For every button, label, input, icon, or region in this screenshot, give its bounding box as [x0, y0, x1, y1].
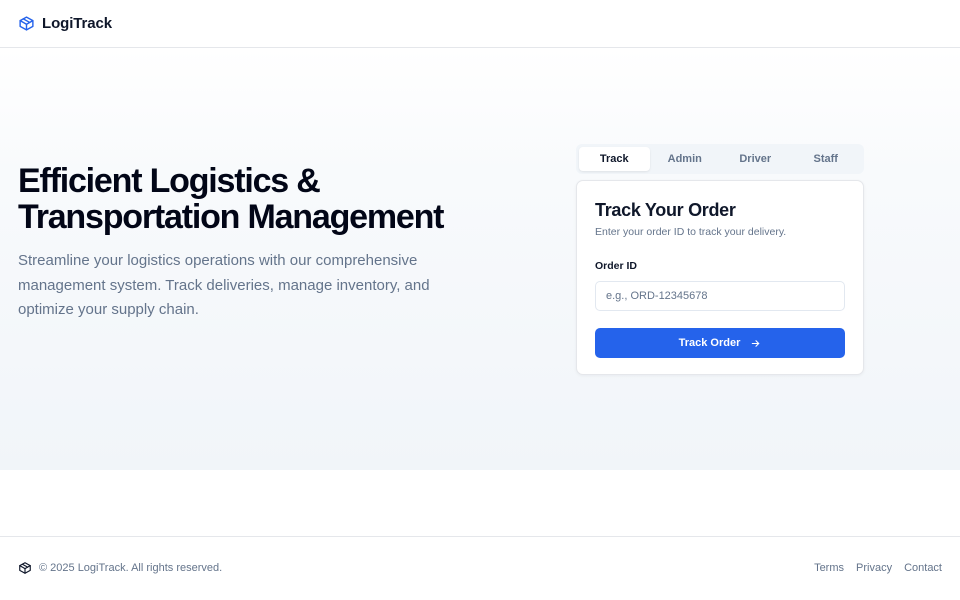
- role-tabs: Track Admin Driver Staff: [576, 144, 864, 174]
- footer-link-contact[interactable]: Contact: [904, 562, 942, 574]
- card-description: Enter your order ID to track your delive…: [595, 226, 787, 238]
- hero-text: Efficient Logistics & Transportation Man…: [18, 163, 488, 323]
- tab-driver[interactable]: Driver: [720, 147, 791, 171]
- track-order-card: Track Your Order Enter your order ID to …: [576, 180, 864, 375]
- page-footer: © 2025 LogiTrack. All rights reserved. T…: [0, 536, 960, 600]
- order-id-label: Order ID: [595, 260, 638, 272]
- track-order-button-label: Track Order: [678, 337, 741, 349]
- hero-title: Efficient Logistics & Transportation Man…: [18, 162, 444, 236]
- brand-name: LogiTrack: [42, 15, 112, 32]
- arrow-right-icon: [752, 339, 760, 347]
- package-icon: [19, 562, 31, 574]
- track-order-button[interactable]: Track Order: [595, 328, 845, 358]
- tab-staff[interactable]: Staff: [791, 147, 862, 171]
- top-header: LogiTrack: [0, 0, 960, 48]
- tab-admin[interactable]: Admin: [650, 147, 721, 171]
- package-icon: [19, 16, 34, 31]
- order-id-input[interactable]: [595, 281, 845, 311]
- footer-links: Terms Privacy Contact: [814, 562, 942, 574]
- footer-link-terms[interactable]: Terms: [814, 562, 844, 574]
- footer-brand: © 2025 LogiTrack. All rights reserved.: [18, 561, 222, 575]
- copyright-text: © 2025 LogiTrack. All rights reserved.: [39, 562, 223, 574]
- brand-logo[interactable]: LogiTrack: [18, 15, 112, 32]
- hero-subtitle: Streamline your logistics operations wit…: [18, 252, 430, 318]
- tab-track[interactable]: Track: [579, 147, 650, 171]
- footer-link-privacy[interactable]: Privacy: [856, 562, 892, 574]
- card-title: Track Your Order: [595, 200, 736, 220]
